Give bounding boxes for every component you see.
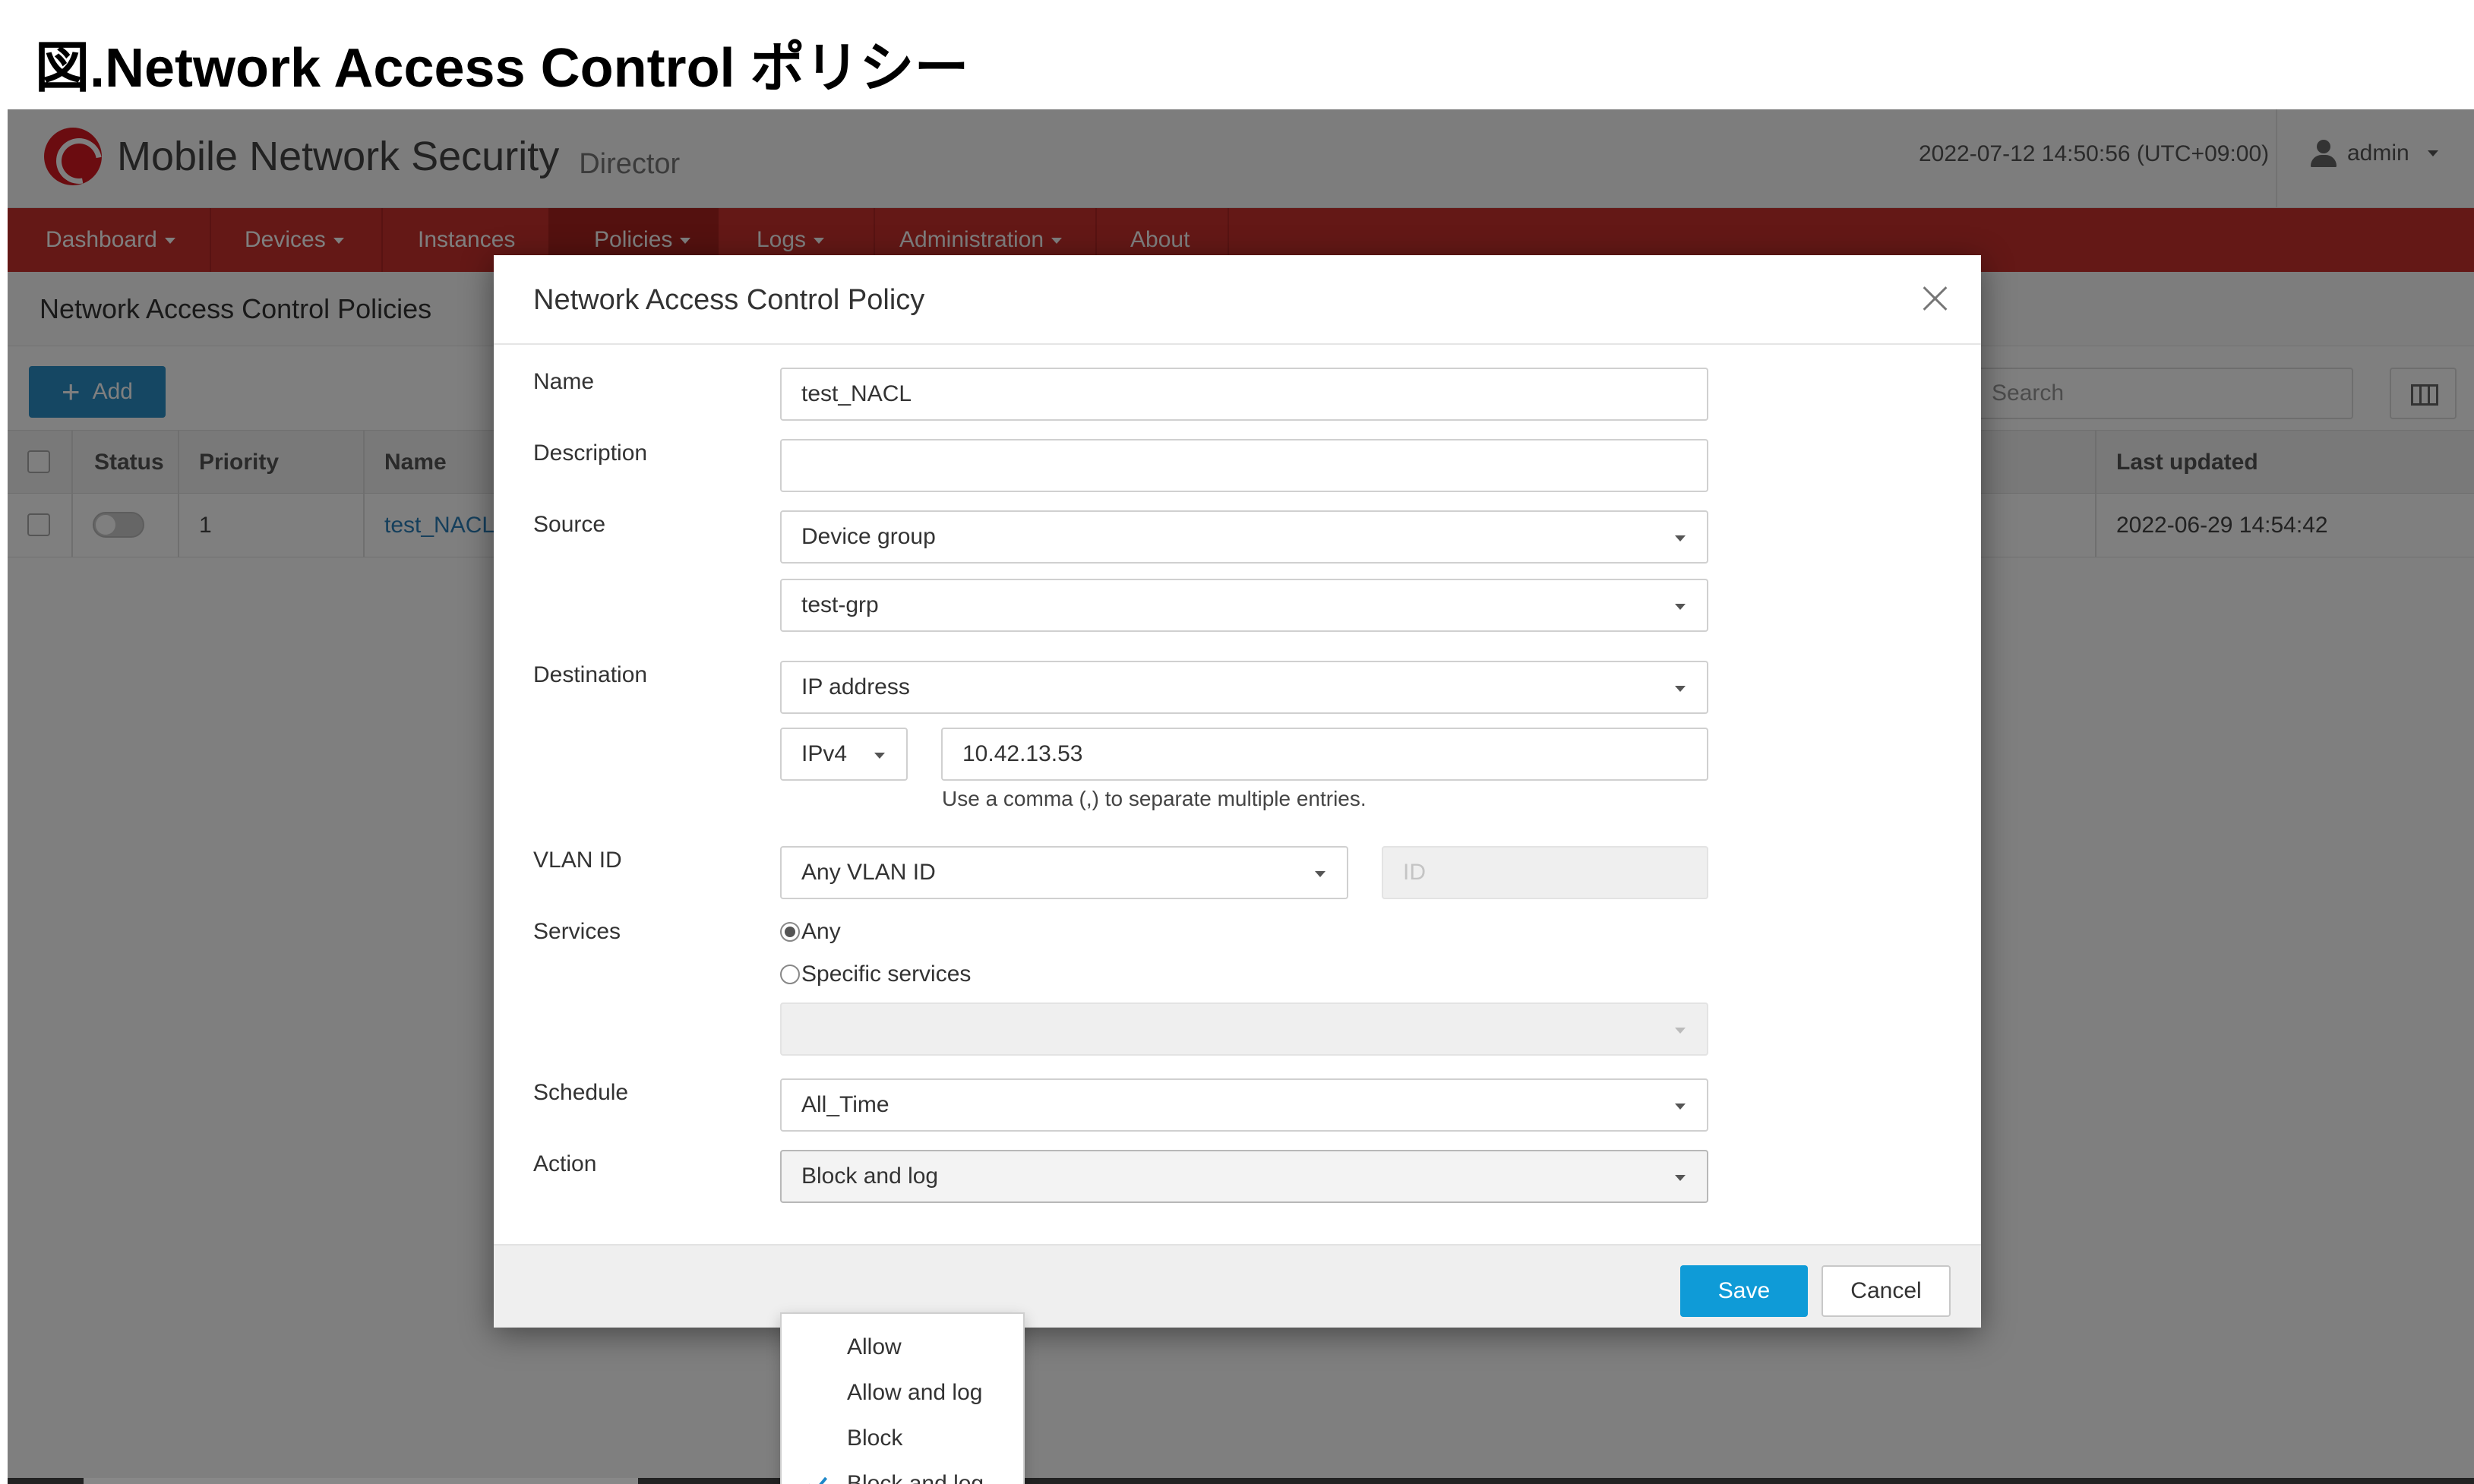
action-label: Action: [533, 1151, 597, 1176]
services-any-option[interactable]: Any: [780, 919, 841, 945]
close-icon[interactable]: [1914, 278, 1955, 319]
app-window: Mobile Network Security Director 2022-07…: [8, 109, 2474, 1484]
destination-type-select[interactable]: IP address: [780, 661, 1708, 714]
action-option-block[interactable]: Block: [782, 1416, 1023, 1461]
services-specific-label: Specific services: [801, 961, 972, 987]
destination-type-value: IP address: [801, 674, 910, 699]
ip-version-value: IPv4: [801, 741, 848, 766]
cancel-button[interactable]: Cancel: [1822, 1265, 1951, 1317]
chevron-down-icon: [1675, 604, 1686, 610]
action-dropdown-menu: Allow Allow and log Block Block and log: [780, 1312, 1025, 1484]
source-group-select[interactable]: test-grp: [780, 579, 1708, 632]
scrollbar-thumb[interactable]: [84, 1478, 638, 1484]
description-label: Description: [533, 440, 648, 466]
services-label: Services: [533, 919, 621, 944]
action-option-block-and-log[interactable]: Block and log: [782, 1461, 1023, 1484]
name-field[interactable]: test_NACL: [780, 368, 1708, 421]
vlan-id-field[interactable]: ID: [1382, 846, 1708, 899]
vlan-value: Any VLAN ID: [801, 860, 936, 885]
chevron-down-icon: [874, 753, 885, 759]
schedule-label: Schedule: [533, 1080, 629, 1105]
chevron-down-icon: [1675, 686, 1686, 692]
action-select[interactable]: Block and log: [780, 1150, 1708, 1203]
vlan-label: VLAN ID: [533, 848, 622, 873]
ip-hint: Use a comma (,) to separate multiple ent…: [942, 787, 1367, 810]
services-specific-option[interactable]: Specific services: [780, 961, 971, 987]
chevron-down-icon: [1675, 1028, 1686, 1034]
action-option-allow-and-log[interactable]: Allow and log: [782, 1370, 1023, 1416]
figure-caption: 図.Network Access Control ポリシー: [35, 38, 969, 99]
description-field[interactable]: [780, 439, 1708, 492]
dialog-title: Network Access Control Policy: [533, 284, 925, 316]
source-group-value: test-grp: [801, 592, 879, 617]
checkmark-icon: [807, 1472, 828, 1484]
chevron-down-icon: [1675, 535, 1686, 542]
action-value: Block and log: [801, 1164, 939, 1189]
chevron-down-icon: [1675, 1175, 1686, 1181]
dialog-header: Network Access Control Policy: [494, 255, 1981, 345]
source-type-value: Device group: [801, 524, 936, 549]
save-button[interactable]: Save: [1680, 1265, 1808, 1317]
source-type-select[interactable]: Device group: [780, 510, 1708, 564]
services-select[interactable]: [780, 1002, 1708, 1056]
radio-selected-icon: [780, 922, 800, 942]
action-option-allow[interactable]: Allow: [782, 1325, 1023, 1370]
chevron-down-icon: [1315, 871, 1325, 877]
ip-version-select[interactable]: IPv4: [780, 728, 908, 781]
services-any-label: Any: [801, 919, 841, 944]
name-label: Name: [533, 369, 595, 394]
dialog-footer: Save Cancel: [494, 1244, 1981, 1328]
schedule-value: All_Time: [801, 1092, 889, 1117]
ip-address-field[interactable]: 10.42.13.53: [941, 728, 1708, 781]
radio-unselected-icon: [780, 965, 800, 984]
chevron-down-icon: [1675, 1104, 1686, 1110]
source-label: Source: [533, 512, 606, 537]
destination-label: Destination: [533, 662, 648, 687]
schedule-select[interactable]: All_Time: [780, 1078, 1708, 1132]
policy-dialog: Network Access Control Policy Name test_…: [494, 255, 1981, 1328]
vlan-select[interactable]: Any VLAN ID: [780, 846, 1348, 899]
